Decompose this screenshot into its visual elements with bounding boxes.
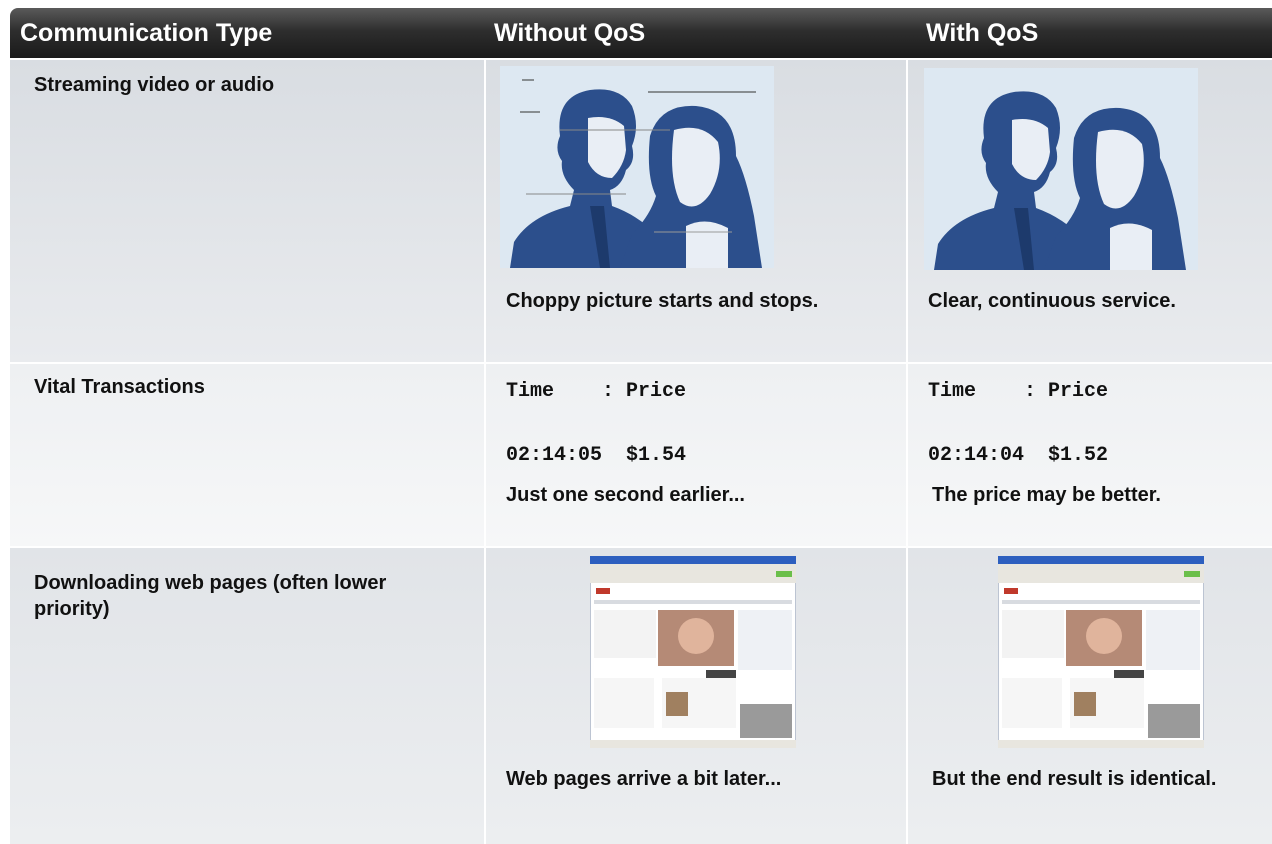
caption-with-web: But the end result is identical. <box>932 768 1217 790</box>
cell-type-web: Downloading web pages (often lower prior… <box>10 548 484 844</box>
header-without-qos: Without QoS <box>494 19 646 47</box>
cell-type-vital: Vital Transactions <box>10 364 484 546</box>
cell-without-streaming: Choppy picture starts and stops. <box>486 60 906 362</box>
caption-with-streaming: Clear, continuous service. <box>928 290 1176 312</box>
webpage-screenshot-with <box>998 556 1204 748</box>
clear-video-image <box>924 68 1198 270</box>
cell-with-web: But the end result is identical. <box>908 548 1272 844</box>
cell-with-streaming: Clear, continuous service. <box>908 60 1272 362</box>
caption-without-vital: Just one second earlier... <box>506 484 745 506</box>
price-value-with: 02:14:04 $1.52 <box>928 444 1109 467</box>
caption-without-web: Web pages arrive a bit later... <box>506 768 782 790</box>
price-header-without: Time : Price <box>506 380 687 403</box>
table-header: Communication Type Without QoS With QoS <box>10 8 1272 58</box>
header-communication-type: Communication Type <box>20 19 273 47</box>
caption-without-streaming: Choppy picture starts and stops. <box>506 290 819 312</box>
qos-comparison-table: Communication Type Without QoS With QoS … <box>10 8 1272 844</box>
table-row-web-pages: Downloading web pages (often lower prior… <box>10 548 1272 844</box>
cell-type-streaming: Streaming video or audio <box>10 60 484 362</box>
choppy-video-image <box>500 66 774 268</box>
webpage-screenshot-without <box>590 556 796 748</box>
type-label-vital: Vital Transactions <box>34 376 205 398</box>
price-header-with: Time : Price <box>928 380 1109 403</box>
cell-with-vital: Time : Price 02:14:04 $1.52 The price ma… <box>908 364 1272 546</box>
table-row-streaming: Streaming video or audio Choppy picture … <box>10 60 1272 362</box>
price-value-without: 02:14:05 $1.54 <box>506 444 687 467</box>
caption-with-vital: The price may be better. <box>932 484 1161 506</box>
header-with-qos: With QoS <box>926 19 1039 47</box>
table-row-vital-transactions: Vital Transactions Time : Price 02:14:05… <box>10 364 1272 546</box>
type-label-streaming: Streaming video or audio <box>34 74 275 96</box>
type-label-web: Downloading web pages (often lower prior… <box>34 572 387 620</box>
cell-without-vital: Time : Price 02:14:05 $1.54 Just one sec… <box>486 364 906 546</box>
cell-without-web: Web pages arrive a bit later... <box>486 548 906 844</box>
